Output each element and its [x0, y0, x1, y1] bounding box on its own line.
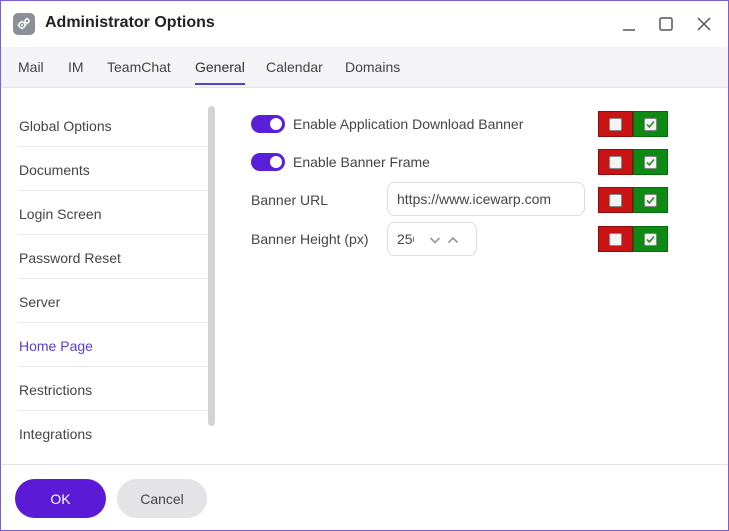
banner-height-policy [598, 226, 668, 252]
minimize-icon[interactable] [619, 14, 639, 34]
banner-height-stepper [387, 222, 477, 256]
sidebar-item-label: Home Page [19, 338, 93, 354]
window-title: Administrator Options [45, 14, 215, 31]
sidebar-item-label: Password Reset [19, 250, 121, 266]
sidebar-item-label: Documents [19, 162, 90, 178]
deny-toggle[interactable] [598, 149, 633, 175]
sidebar-item-home-page[interactable]: Home Page [18, 323, 215, 367]
sidebar-item-server[interactable]: Server [18, 279, 215, 323]
sidebar-item-label: Login Screen [19, 206, 102, 222]
deny-toggle[interactable] [598, 187, 633, 213]
checkbox-unchecked-icon [609, 233, 622, 246]
sidebar: Global Options Documents Login Screen Pa… [1, 88, 217, 464]
sidebar-item-login-screen[interactable]: Login Screen [18, 191, 215, 235]
cancel-button[interactable]: Cancel [117, 479, 207, 518]
sidebar-item-restrictions[interactable]: Restrictions [18, 367, 215, 411]
sidebar-item-documents[interactable]: Documents [18, 147, 215, 191]
checkbox-checked-icon [644, 118, 657, 131]
allow-toggle[interactable] [633, 187, 668, 213]
chevron-down-icon[interactable] [429, 233, 441, 245]
sidebar-item-label: Integrations [19, 426, 93, 442]
sidebar-scrollbar[interactable] [208, 106, 215, 426]
banner-url-policy [598, 187, 668, 213]
checkbox-unchecked-icon [609, 156, 622, 169]
banner-url-label: Banner URL [251, 192, 329, 208]
banner-frame-policy [598, 149, 668, 175]
sidebar-item-integrations[interactable]: Integrations [18, 411, 215, 455]
gears-icon [13, 13, 35, 35]
download-banner-label: Enable Application Download Banner [293, 116, 524, 132]
checkbox-unchecked-icon [609, 194, 622, 207]
sidebar-item-password-reset[interactable]: Password Reset [18, 235, 215, 279]
allow-toggle[interactable] [633, 149, 668, 175]
deny-toggle[interactable] [598, 111, 633, 137]
deny-toggle[interactable] [598, 226, 633, 252]
tab-teamchat[interactable]: TeamChat [107, 59, 171, 83]
banner-frame-label: Enable Banner Frame [293, 154, 430, 170]
banner-url-input[interactable] [387, 182, 585, 216]
chevron-up-icon[interactable] [447, 233, 459, 245]
checkbox-unchecked-icon [609, 118, 622, 131]
banner-frame-toggle[interactable] [251, 153, 285, 171]
checkbox-checked-icon [644, 233, 657, 246]
checkbox-checked-icon [644, 194, 657, 207]
sidebar-item-label: Server [19, 294, 61, 310]
banner-height-label: Banner Height (px) [251, 231, 369, 247]
tab-im[interactable]: IM [68, 59, 84, 83]
tab-general[interactable]: General [195, 59, 245, 85]
administrator-options-window: Administrator Options Mail IM TeamChat G… [0, 0, 729, 531]
tab-mail[interactable]: Mail [18, 59, 44, 83]
allow-toggle[interactable] [633, 226, 668, 252]
sidebar-item-label: Restrictions [19, 382, 93, 398]
maximize-icon[interactable] [656, 14, 676, 34]
checkbox-checked-icon [644, 156, 657, 169]
tab-domains[interactable]: Domains [345, 59, 400, 83]
download-banner-policy [598, 111, 668, 137]
sidebar-item-global-options[interactable]: Global Options [18, 103, 215, 147]
sidebar-item-label: Global Options [19, 118, 112, 134]
tab-calendar[interactable]: Calendar [266, 59, 323, 83]
banner-height-input[interactable] [388, 223, 414, 255]
allow-toggle[interactable] [633, 111, 668, 137]
title-bar: Administrator Options [1, 1, 728, 47]
tab-bar: Mail IM TeamChat General Calendar Domain… [1, 47, 728, 88]
ok-button[interactable]: OK [15, 479, 106, 518]
close-icon[interactable] [694, 14, 714, 34]
download-banner-toggle[interactable] [251, 115, 285, 133]
dialog-footer: OK Cancel [1, 464, 728, 530]
